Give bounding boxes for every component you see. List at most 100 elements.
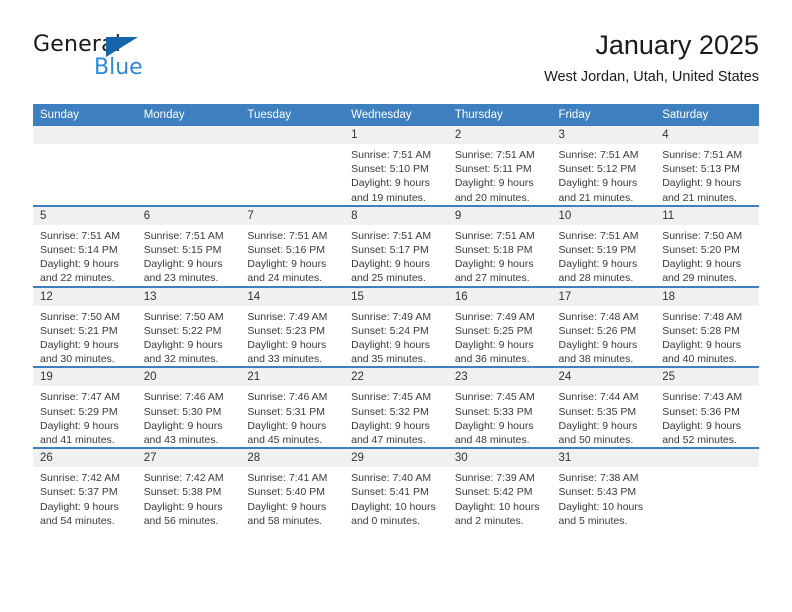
calendar-day-cell[interactable]: 4 Sunrise: 7:51 AM Sunset: 5:13 PM Daylight… bbox=[655, 126, 759, 206]
day-details: Sunrise: 7:51 AM Sunset: 5:12 PM Daylight:… bbox=[552, 144, 656, 205]
weekday-header-monday: Monday bbox=[136, 104, 241, 126]
sunset-time: Sunset: 5:16 PM bbox=[247, 244, 326, 257]
sunrise-time: Sunrise: 7:42 AM bbox=[143, 472, 224, 485]
daylight-duration-line1: Daylight: 9 hours bbox=[351, 339, 430, 352]
calendar-day-cell[interactable]: 25 Sunrise: 7:43 AM Sunset: 5:36 PM Dayligh… bbox=[655, 366, 759, 449]
calendar-day-cell[interactable]: 17 Sunrise: 7:48 AM Sunset: 5:26 PM Dayligh… bbox=[551, 285, 656, 368]
sunset-time: Sunset: 5:42 PM bbox=[454, 486, 533, 499]
daylight-duration-line1: Daylight: 9 hours bbox=[247, 500, 327, 513]
calendar-day-cell[interactable]: 29 Sunrise: 7:40 AM Sunset: 5:41 PM Dayligh… bbox=[344, 447, 448, 529]
daylight-duration-line1: Daylight: 9 hours bbox=[454, 339, 534, 352]
sunrise-time: Sunrise: 7:51 AM bbox=[351, 229, 432, 242]
sunset-time: Sunset: 5:14 PM bbox=[40, 244, 118, 257]
sunrise-time: Sunrise: 7:51 AM bbox=[40, 229, 120, 242]
logo-text-blue: Blue bbox=[94, 55, 143, 80]
daylight-duration-line1: Daylight: 9 hours bbox=[454, 177, 534, 190]
sunset-time: Sunset: 5:23 PM bbox=[247, 324, 326, 337]
page-header: General Blue January 2025 West Jordan, U… bbox=[33, 28, 759, 96]
sunset-time: Sunset: 5:41 PM bbox=[351, 486, 429, 499]
calendar-day-cell[interactable]: 23 Sunrise: 7:45 AM Sunset: 5:33 PM Dayligh… bbox=[447, 366, 552, 449]
daylight-duration-line1: Daylight: 9 hours bbox=[454, 258, 534, 271]
sunset-time: Sunset: 5:17 PM bbox=[351, 244, 429, 257]
calendar-day-cell[interactable]: 15 Sunrise: 7:49 AM Sunset: 5:24 PM Dayligh… bbox=[344, 285, 448, 368]
calendar-day-cell[interactable]: 31 Sunrise: 7:38 AM Sunset: 5:43 PM Dayligh… bbox=[551, 447, 656, 529]
day-number: 20 bbox=[136, 368, 241, 387]
general-blue-logo[interactable]: General Blue bbox=[33, 32, 213, 88]
day-number: 7 bbox=[240, 206, 345, 225]
calendar-day-cell[interactable]: 6 Sunrise: 7:51 AM Sunset: 5:15 PM Daylight… bbox=[136, 204, 241, 287]
day-details: Sunrise: 7:46 AM Sunset: 5:30 PM Daylight:… bbox=[137, 386, 241, 447]
sunset-time: Sunset: 5:18 PM bbox=[454, 244, 533, 257]
day-number: 8 bbox=[344, 206, 448, 225]
calendar-day-cell[interactable]: 21 Sunrise: 7:46 AM Sunset: 5:31 PM Dayligh… bbox=[240, 366, 345, 449]
calendar-week-row: 5 Sunrise: 7:51 AM Sunset: 5:14 PM Daylight… bbox=[33, 204, 759, 287]
calendar-day-cell[interactable]: 24 Sunrise: 7:44 AM Sunset: 5:35 PM Dayligh… bbox=[551, 366, 656, 449]
sunset-time: Sunset: 5:22 PM bbox=[143, 324, 222, 337]
daylight-duration-line1: Daylight: 9 hours bbox=[662, 258, 742, 271]
sunrise-time: Sunrise: 7:45 AM bbox=[351, 391, 432, 404]
day-details: Sunrise: 7:45 AM Sunset: 5:32 PM Daylight:… bbox=[344, 386, 448, 447]
day-number bbox=[655, 449, 759, 468]
sunset-time: Sunset: 5:35 PM bbox=[558, 405, 637, 418]
calendar-day-cell[interactable]: 28 Sunrise: 7:41 AM Sunset: 5:40 PM Dayligh… bbox=[240, 447, 345, 529]
day-number: 21 bbox=[240, 368, 345, 387]
day-number: 1 bbox=[344, 126, 448, 144]
calendar-day-cell[interactable]: 27 Sunrise: 7:42 AM Sunset: 5:38 PM Dayligh… bbox=[136, 447, 241, 529]
calendar-day-cell[interactable]: 16 Sunrise: 7:49 AM Sunset: 5:25 PM Dayligh… bbox=[447, 285, 552, 368]
sunrise-time: Sunrise: 7:50 AM bbox=[662, 229, 743, 242]
calendar-day-cell[interactable]: 22 Sunrise: 7:45 AM Sunset: 5:32 PM Dayligh… bbox=[344, 366, 448, 449]
sunset-time: Sunset: 5:33 PM bbox=[454, 405, 533, 418]
day-number: 26 bbox=[33, 449, 137, 468]
sunset-time: Sunset: 5:12 PM bbox=[558, 163, 637, 176]
daylight-duration-line1: Daylight: 9 hours bbox=[40, 258, 119, 271]
day-number: 22 bbox=[344, 368, 448, 387]
calendar-day-cell[interactable]: 13 Sunrise: 7:50 AM Sunset: 5:22 PM Dayligh… bbox=[136, 285, 241, 368]
calendar-day-cell[interactable]: 26 Sunrise: 7:42 AM Sunset: 5:37 PM Dayligh… bbox=[33, 447, 137, 529]
calendar-day-cell[interactable]: 2 Sunrise: 7:51 AM Sunset: 5:11 PM Daylight… bbox=[447, 126, 552, 206]
day-details: Sunrise: 7:43 AM Sunset: 5:36 PM Daylight:… bbox=[655, 386, 759, 447]
sunrise-time: Sunrise: 7:51 AM bbox=[558, 149, 639, 161]
calendar-day-cell[interactable]: 20 Sunrise: 7:46 AM Sunset: 5:30 PM Dayligh… bbox=[136, 366, 241, 449]
calendar-day-cell[interactable]: 12 Sunrise: 7:50 AM Sunset: 5:21 PM Dayligh… bbox=[33, 285, 137, 368]
sunset-time: Sunset: 5:29 PM bbox=[40, 405, 118, 418]
daylight-duration-line1: Daylight: 9 hours bbox=[247, 258, 327, 271]
calendar-day-cell[interactable]: 3 Sunrise: 7:51 AM Sunset: 5:12 PM Daylight… bbox=[551, 126, 656, 206]
day-details: Sunrise: 7:40 AM Sunset: 5:41 PM Daylight:… bbox=[344, 467, 448, 528]
calendar-day-cell[interactable]: 1 Sunrise: 7:51 AM Sunset: 5:10 PM Daylight… bbox=[344, 126, 448, 206]
sunset-time: Sunset: 5:43 PM bbox=[558, 486, 637, 499]
calendar-day-cell[interactable]: 7 Sunrise: 7:51 AM Sunset: 5:16 PM Daylight… bbox=[240, 204, 345, 287]
calendar-day-cell[interactable]: 8 Sunrise: 7:51 AM Sunset: 5:17 PM Daylight… bbox=[344, 204, 448, 287]
daylight-duration-line1: Daylight: 10 hours bbox=[558, 500, 644, 513]
day-number: 19 bbox=[33, 368, 137, 387]
calendar-day-cell[interactable]: 14 Sunrise: 7:49 AM Sunset: 5:23 PM Dayligh… bbox=[240, 285, 345, 368]
daylight-duration-line1: Daylight: 10 hours bbox=[454, 500, 540, 513]
daylight-duration-line1: Daylight: 9 hours bbox=[558, 419, 638, 432]
calendar-day-cell[interactable]: 19 Sunrise: 7:47 AM Sunset: 5:29 PM Dayligh… bbox=[33, 366, 137, 449]
sunrise-time: Sunrise: 7:48 AM bbox=[662, 310, 743, 323]
day-number: 29 bbox=[344, 449, 448, 468]
sunrise-time: Sunrise: 7:49 AM bbox=[454, 310, 535, 323]
calendar-day-cell[interactable]: 30 Sunrise: 7:39 AM Sunset: 5:42 PM Dayligh… bbox=[447, 447, 552, 529]
sunrise-time: Sunrise: 7:51 AM bbox=[558, 229, 639, 242]
sunrise-time: Sunrise: 7:47 AM bbox=[40, 391, 120, 404]
calendar-day-cell[interactable]: 10 Sunrise: 7:51 AM Sunset: 5:19 PM Dayligh… bbox=[551, 204, 656, 287]
sunset-time: Sunset: 5:21 PM bbox=[40, 324, 118, 337]
calendar-day-cell[interactable]: 18 Sunrise: 7:48 AM Sunset: 5:28 PM Dayligh… bbox=[655, 285, 759, 368]
daylight-duration-line1: Daylight: 9 hours bbox=[143, 419, 223, 432]
day-number: 27 bbox=[136, 449, 241, 468]
weekday-header-tuesday: Tuesday bbox=[240, 104, 345, 126]
daylight-duration-line2: and 33 minutes. bbox=[247, 353, 323, 366]
calendar-day-cell[interactable]: 9 Sunrise: 7:51 AM Sunset: 5:18 PM Daylight… bbox=[447, 204, 552, 287]
calendar-day-cell[interactable]: 11 Sunrise: 7:50 AM Sunset: 5:20 PM Dayligh… bbox=[655, 204, 759, 287]
day-details: Sunrise: 7:51 AM Sunset: 5:16 PM Daylight:… bbox=[240, 225, 344, 286]
daylight-duration-line2: and 21 minutes. bbox=[662, 191, 737, 204]
day-number bbox=[136, 126, 241, 144]
daylight-duration-line2: and 58 minutes. bbox=[247, 514, 323, 527]
calendar-day-cell[interactable]: 5 Sunrise: 7:51 AM Sunset: 5:14 PM Daylight… bbox=[33, 204, 137, 287]
daylight-duration-line1: Daylight: 9 hours bbox=[143, 258, 223, 271]
daylight-duration-line2: and 24 minutes. bbox=[247, 272, 323, 285]
daylight-duration-line2: and 20 minutes. bbox=[454, 191, 530, 204]
title-block: January 2025 West Jordan, Utah, United S… bbox=[544, 28, 759, 88]
day-number: 31 bbox=[551, 449, 656, 468]
sunrise-time: Sunrise: 7:46 AM bbox=[247, 391, 328, 404]
